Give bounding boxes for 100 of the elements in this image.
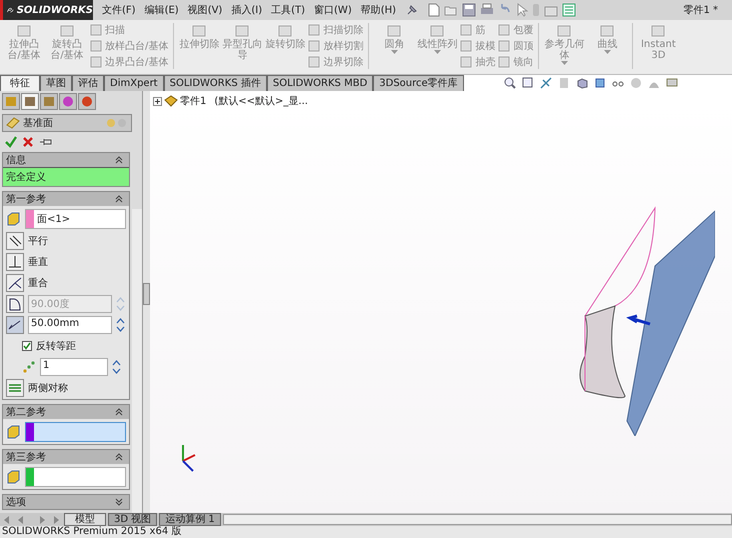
cursor-icon[interactable] (516, 3, 528, 17)
expand-icon[interactable] (153, 96, 162, 106)
feature-icon (233, 23, 252, 39)
distance-icon[interactable] (6, 316, 24, 334)
feature-icon (598, 23, 616, 39)
feature-icon (90, 24, 102, 36)
collapse-icon (115, 156, 123, 164)
manager-tab[interactable] (40, 93, 58, 110)
feature-icon (460, 56, 472, 68)
option-label[interactable]: 重合 (28, 276, 48, 290)
feature-icon (308, 56, 320, 68)
selection-field[interactable] (25, 422, 126, 442)
selection-field[interactable] (25, 467, 126, 487)
menu-item[interactable]: 编辑(E) (144, 3, 179, 17)
feature-icon (308, 40, 320, 52)
feature-icon (555, 23, 574, 39)
monitor-icon[interactable] (666, 77, 678, 89)
manager-tab[interactable] (59, 93, 77, 110)
option-label[interactable]: 平行 (28, 234, 48, 248)
printer-icon[interactable] (480, 3, 494, 17)
list-icon[interactable] (562, 3, 576, 17)
collapse-icon (115, 408, 123, 416)
zoom-icon[interactable] (504, 77, 516, 89)
scrollbar[interactable] (222, 514, 732, 525)
save-icon[interactable] (462, 3, 476, 17)
menu-item[interactable]: 视图(V) (188, 3, 222, 17)
dropdown-arrow-icon[interactable] (604, 50, 611, 55)
pushpin-icon[interactable] (39, 136, 53, 148)
manager-tab[interactable] (2, 93, 20, 110)
new-document-icon[interactable] (428, 3, 440, 17)
selection-field[interactable]: 面<1> (25, 209, 126, 229)
dropdown-arrow-icon[interactable] (390, 50, 398, 55)
perpendicular-icon[interactable] (6, 253, 24, 271)
angle-icon[interactable] (6, 295, 24, 313)
panel-title: 基准面 (23, 116, 54, 130)
feature-icon (498, 56, 510, 68)
option-label[interactable]: 垂直 (28, 255, 48, 269)
model-tab[interactable]: 3D 视图 (108, 513, 158, 526)
command-tab[interactable]: DimXpert (104, 75, 164, 91)
section-header[interactable]: 第一参考 (3, 192, 129, 206)
menu-item[interactable]: 窗口(W) (314, 3, 352, 17)
command-tab[interactable]: 3DSource零件库 (373, 75, 464, 91)
collapse-icon (115, 453, 123, 461)
spinner-icon[interactable] (112, 359, 121, 375)
symmetric-icon[interactable] (6, 379, 24, 397)
manager-tab[interactable] (78, 93, 96, 110)
menu-item[interactable]: 工具(T) (271, 3, 306, 17)
feature-icon (308, 24, 320, 36)
feature-icon (385, 23, 404, 39)
dropdown-arrow-icon[interactable] (434, 50, 441, 55)
feature-icon (90, 56, 102, 68)
section-header[interactable]: 选项 (3, 495, 129, 509)
command-tab[interactable]: SOLIDWORKS MBD (266, 75, 374, 91)
section-view-icon[interactable] (540, 77, 552, 89)
number-field[interactable]: 50.00mm (28, 316, 112, 334)
feature-icon (15, 23, 33, 39)
face-selection-icon (6, 211, 22, 227)
display-style-icon[interactable] (594, 77, 606, 89)
feature-icon (428, 23, 446, 39)
dropdown-arrow-icon[interactable] (560, 61, 568, 66)
menu-item[interactable]: 插入(I) (231, 3, 262, 17)
section-header[interactable]: 信息 (3, 153, 129, 167)
manager-tab[interactable] (21, 93, 39, 110)
ok-icon[interactable] (5, 136, 17, 148)
feature-icon (460, 40, 472, 52)
menu-item[interactable]: 帮助(H) (360, 3, 396, 17)
model-tab[interactable]: 运动算例 1 (159, 513, 221, 526)
model-tab[interactable]: 模型 (64, 513, 106, 526)
section-header[interactable]: 第二参考 (3, 405, 129, 419)
feature-icon (276, 23, 294, 39)
option-label[interactable]: 两侧对称 (28, 381, 68, 395)
scrollbar[interactable] (132, 209, 142, 513)
plane-icon (6, 117, 20, 129)
status-bar: SOLIDWORKS Premium 2015 x64 版 (0, 526, 732, 538)
checkbox-label[interactable]: 反转等距 (36, 339, 76, 353)
feature-icon (498, 40, 510, 52)
parallel-icon[interactable] (6, 232, 24, 250)
configuration-label: (默认<<默认>_显... (214, 95, 308, 108)
coincident-icon[interactable] (6, 274, 24, 292)
status-message: 完全定义 (3, 167, 129, 186)
command-tab[interactable]: 评估 (72, 75, 104, 91)
feature-icon (190, 23, 208, 39)
panel-collapse-handle[interactable] (143, 283, 150, 305)
menu-item[interactable]: 文件(F) (102, 3, 136, 17)
zoom-area-icon[interactable] (522, 77, 534, 89)
command-tab[interactable]: SOLIDWORKS 插件 (164, 75, 267, 91)
checkbox[interactable] (22, 341, 32, 351)
command-tab[interactable]: 特征 (0, 75, 40, 91)
command-tab[interactable]: 草图 (40, 75, 72, 91)
spinner-icon[interactable] (116, 317, 125, 333)
cube-icon[interactable] (576, 77, 588, 89)
close-icon[interactable] (22, 136, 34, 148)
count-field[interactable]: 1 (40, 358, 108, 376)
section-header[interactable]: 第三参考 (3, 450, 129, 464)
tree-item[interactable]: 零件1 (180, 94, 206, 108)
feature-icon (460, 24, 472, 36)
pin-icon[interactable] (405, 3, 420, 17)
face-selection-icon (6, 469, 22, 485)
face-selection-icon (6, 424, 22, 440)
logo-text: SOLIDWORKS (16, 4, 93, 16)
